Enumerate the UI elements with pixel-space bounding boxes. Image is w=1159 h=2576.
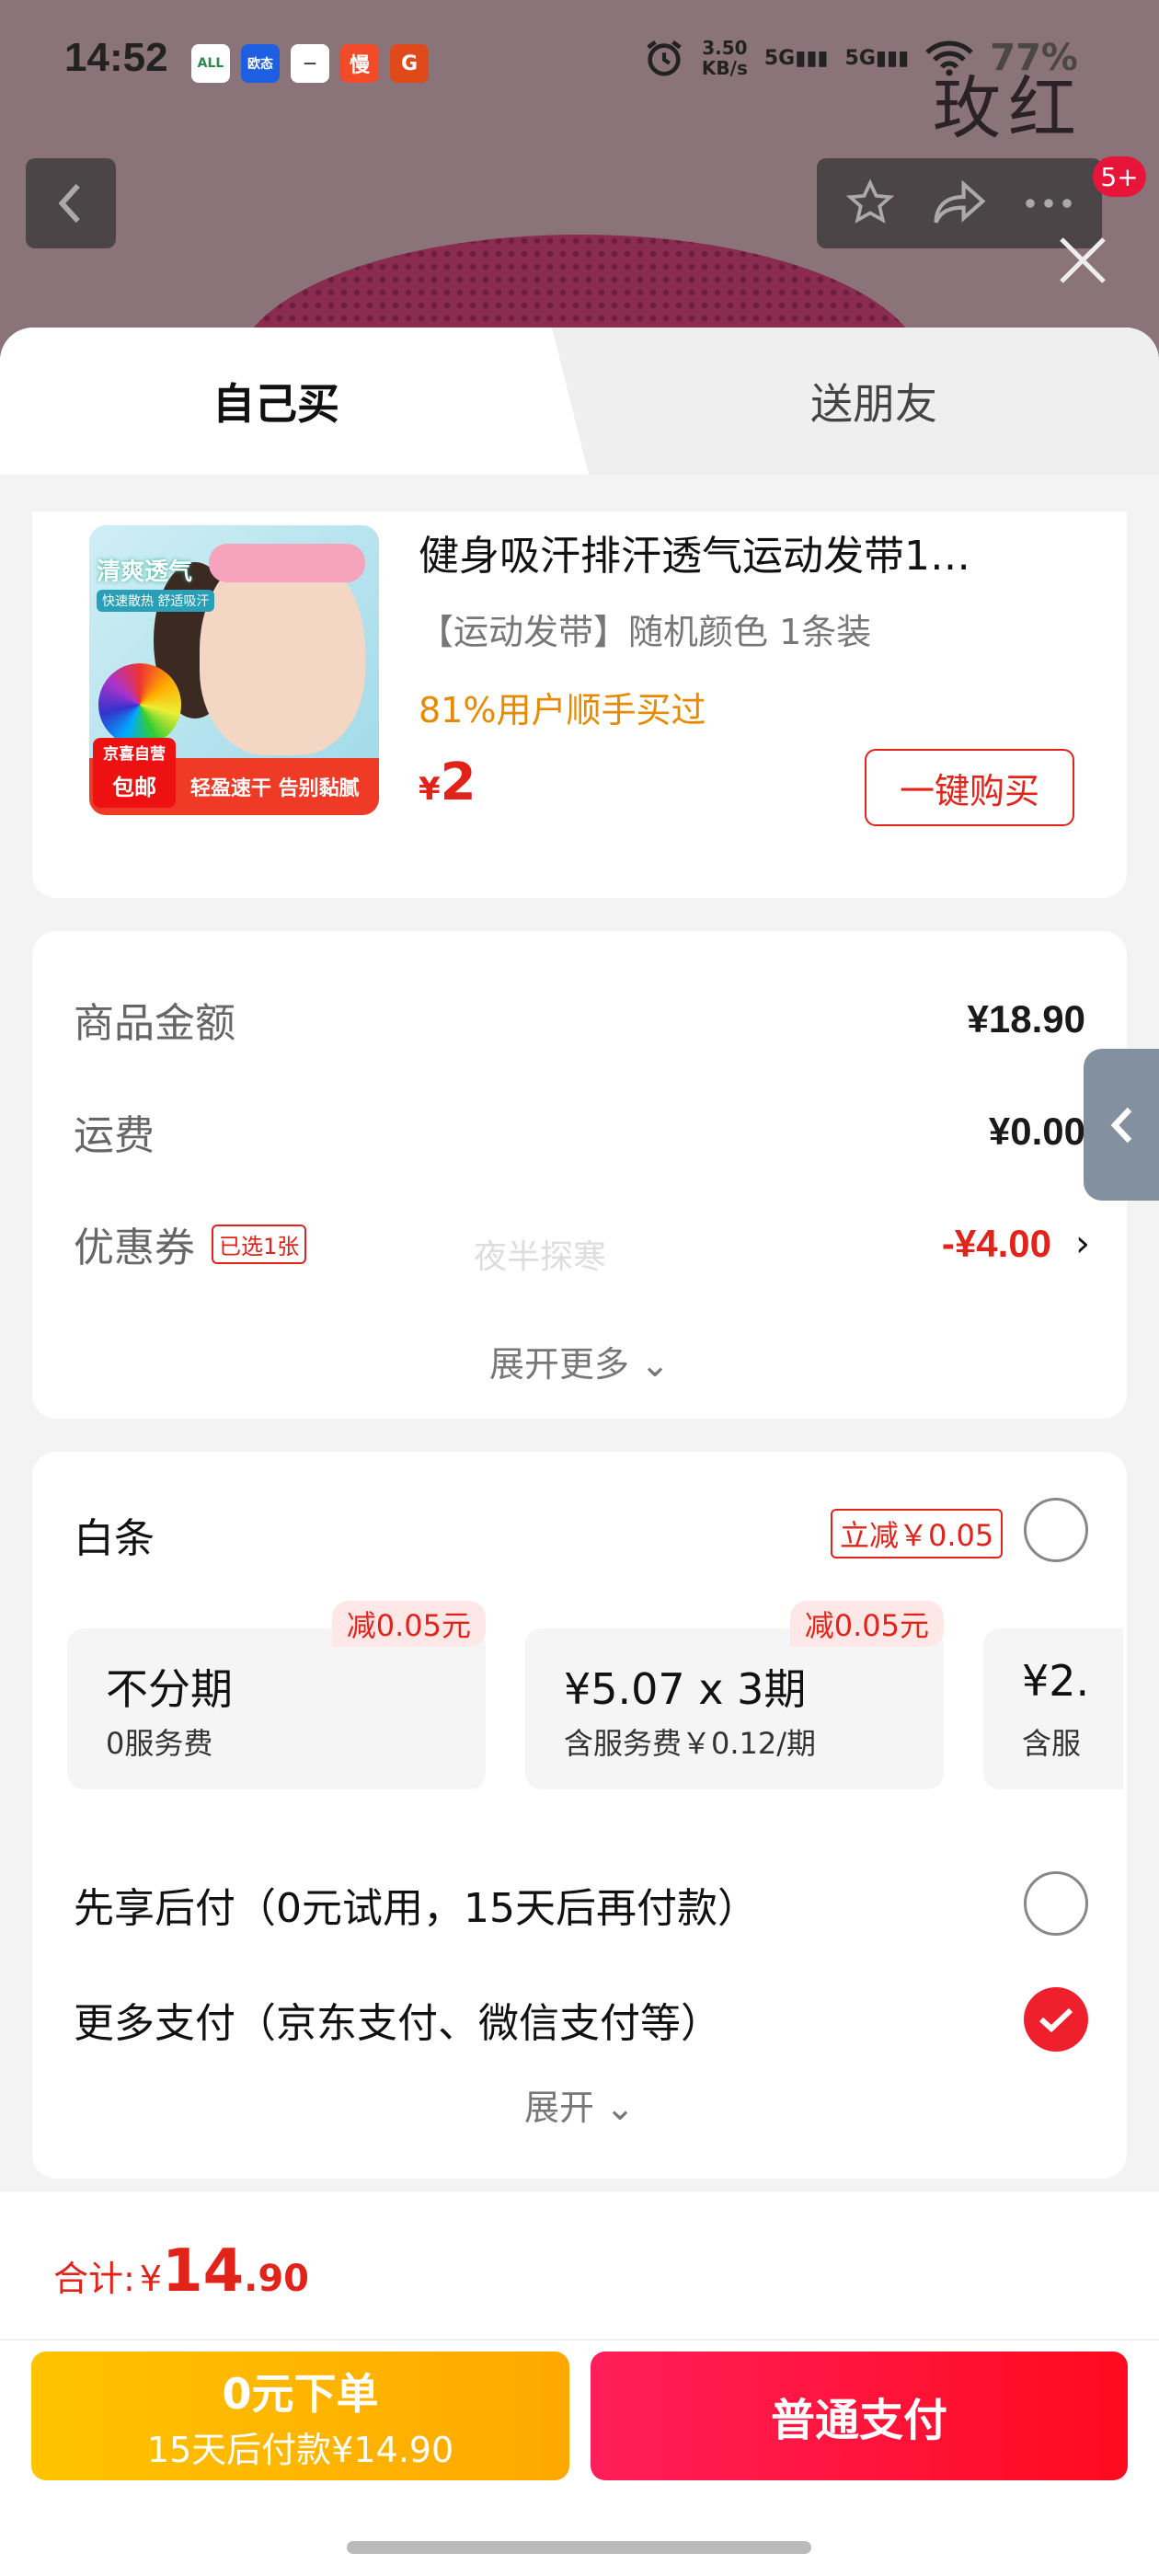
check-icon	[1039, 2007, 1073, 2033]
app-notification-icon: 欧态	[241, 44, 280, 83]
wifi-icon	[925, 40, 974, 76]
app-notification-icon: ALL	[191, 44, 230, 83]
expand-payment-button[interactable]: 展开 ⌄	[32, 2079, 1127, 2130]
order-total: 合计: ¥14.90	[53, 2237, 310, 2306]
coupon-row[interactable]: 优惠券 已选1张 -¥4.00 ›	[74, 1216, 1090, 1271]
share-icon[interactable]	[932, 179, 987, 227]
shipping-value: ¥0.00	[988, 1110, 1085, 1153]
goods-amount-row: 商品金额 ¥18.90	[74, 997, 1085, 1047]
product-price: ¥2	[419, 753, 476, 812]
purchase-tabs: 自己买 送朋友	[0, 328, 1159, 475]
installment-option[interactable]: 减0.05元 不分期 0服务费	[67, 1601, 486, 1789]
payment-method-card: 白条 立减￥0.05 减0.05元 不分期 0服务费 减0.05元 ¥5.07 …	[32, 1452, 1127, 2179]
promo-tag: 京喜自营 包邮	[93, 738, 176, 808]
home-indicator[interactable]	[347, 2541, 811, 2554]
more-payment-radio[interactable]	[1024, 1987, 1088, 2052]
alarm-icon	[647, 40, 682, 76]
pay-later-option[interactable]: 先享后付（0元试用，15天后再付款）	[74, 1875, 758, 1934]
star-icon[interactable]	[844, 178, 896, 229]
product-thumbnail[interactable]: 清爽透气 快速散热 舒适吸汗 轻盈速干 告别黏腻 京喜自营 包邮	[89, 525, 379, 815]
installment-plans: 减0.05元 不分期 0服务费 减0.05元 ¥5.07 x 3期 含服务费￥0…	[65, 1452, 1123, 1820]
one-click-buy-button[interactable]: 一键购买	[865, 749, 1074, 826]
more-payment-option[interactable]: 更多支付（京东支付、微信支付等）	[74, 1990, 721, 2049]
close-icon[interactable]	[1054, 232, 1111, 289]
shipping-row: 运费 ¥0.00	[74, 1110, 1085, 1159]
tab-gift-friend[interactable]: 送朋友	[589, 328, 1159, 475]
installment-option[interactable]: 减0.05元 ¥5.07 x 3期 含服务费￥0.12/期	[525, 1601, 944, 1789]
app-notification-icon: —	[291, 44, 329, 83]
installment-option[interactable]: ¥2. 含服	[983, 1628, 1123, 1789]
side-collapse-tab[interactable]	[1084, 1049, 1159, 1201]
expand-more-button[interactable]: 展开更多 ⌄	[32, 1336, 1127, 1386]
goods-amount-value: ¥18.90	[967, 997, 1085, 1041]
status-bar: 14:52 ALL 欧态 — 慢 G 3.50 KB/s 5G▮▮▮ 5G▮▮▮ …	[0, 0, 1159, 124]
tab-buy-for-self[interactable]: 自己买	[0, 328, 589, 475]
normal-pay-button[interactable]: 普通支付	[591, 2352, 1128, 2480]
app-notification-icon: G	[390, 44, 429, 83]
zero-yuan-order-button[interactable]: 0元下单 15天后付款¥14.90	[31, 2352, 569, 2480]
buy-rate-text: 81%用户顺手买过	[419, 690, 706, 730]
status-time: 14:52	[64, 35, 168, 80]
coupon-selected-tag: 已选1张	[212, 1224, 307, 1264]
recommended-product-card: 清爽透气 快速散热 舒适吸汗 轻盈速干 告别黏腻 京喜自营 包邮 健身吸汗排汗透气…	[32, 512, 1127, 898]
amount-summary-card: 商品金额 ¥18.90 运费 ¥0.00 夜半探寒 优惠券 已选1张 -¥4.0…	[32, 931, 1127, 1419]
pay-later-radio[interactable]	[1024, 1871, 1088, 1936]
product-spec: 【运动发带】随机颜色 1条装	[419, 612, 872, 652]
app-notification-icon: 慢	[340, 44, 379, 83]
checkout-bottom-bar: 合计: ¥14.90 0元下单 15天后付款¥14.90 普通支付	[0, 2191, 1159, 2576]
chevron-left-icon	[58, 183, 80, 224]
battery-level: 77%	[990, 37, 1078, 79]
chevron-left-icon	[1110, 1107, 1132, 1143]
coupon-value: -¥4.00	[941, 1222, 1051, 1265]
more-icon[interactable]	[1023, 194, 1074, 213]
signal-5g-1: 5G▮▮▮	[763, 46, 829, 70]
signal-5g-2: 5G▮▮▮	[844, 46, 910, 70]
notification-badge: 5+	[1093, 156, 1146, 197]
network-speed: 3.50 KB/s	[701, 37, 748, 79]
back-button[interactable]	[26, 158, 116, 248]
divider	[0, 2339, 1159, 2340]
product-title: 健身吸汗排汗透气运动发带1…	[419, 533, 970, 580]
status-indicators: 3.50 KB/s 5G▮▮▮ 5G▮▮▮ 77%	[643, 37, 1078, 79]
chevron-right-icon: ›	[1075, 1223, 1090, 1265]
